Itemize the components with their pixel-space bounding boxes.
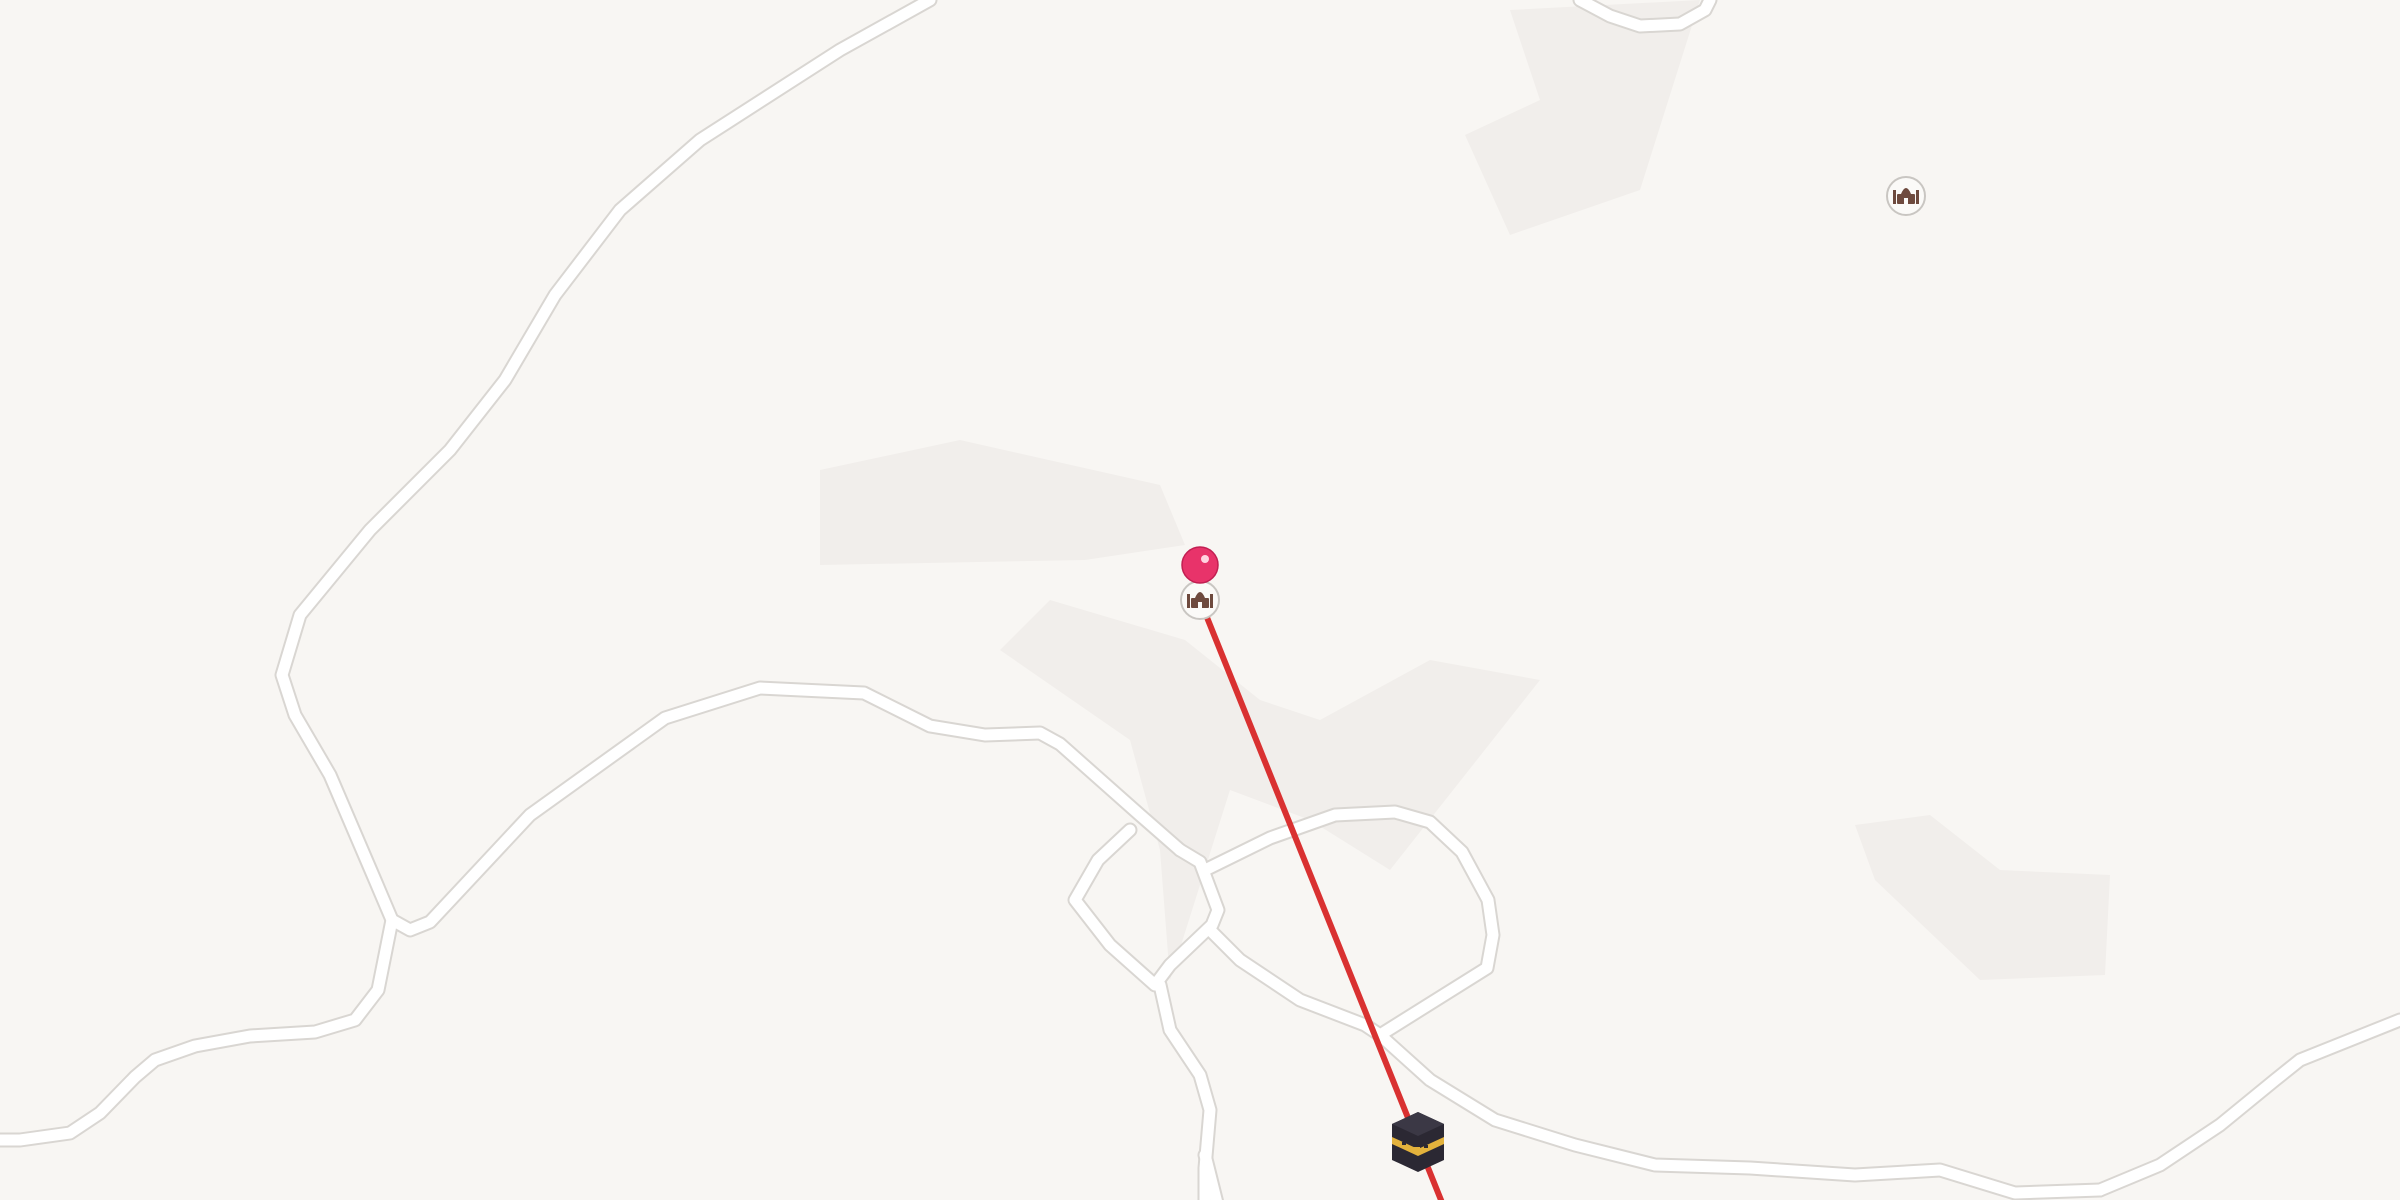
kaaba-icon bbox=[1392, 1112, 1444, 1172]
mosque-marker-center[interactable] bbox=[1180, 580, 1220, 620]
road-casing bbox=[274, 0, 938, 928]
road bbox=[386, 682, 1186, 936]
land-area bbox=[1465, 0, 1700, 235]
land-area bbox=[1000, 600, 1540, 980]
mosque-marker-north[interactable] bbox=[1886, 176, 1926, 216]
road bbox=[1154, 979, 1216, 1200]
kaaba-marker[interactable] bbox=[1392, 1112, 1444, 1172]
road bbox=[1374, 1029, 2106, 1199]
land-area bbox=[1855, 815, 2110, 980]
red-pin-icon bbox=[1181, 546, 1219, 584]
road-casing bbox=[1067, 822, 1226, 993]
road bbox=[0, 914, 398, 1146]
land-area bbox=[820, 440, 1185, 565]
road-casing bbox=[384, 680, 1188, 938]
road bbox=[276, 0, 936, 926]
current-location-pin[interactable] bbox=[1181, 546, 1219, 584]
road bbox=[1199, 806, 1499, 1041]
map-canvas[interactable] bbox=[0, 0, 2400, 1200]
land-use-areas bbox=[820, 0, 2110, 980]
